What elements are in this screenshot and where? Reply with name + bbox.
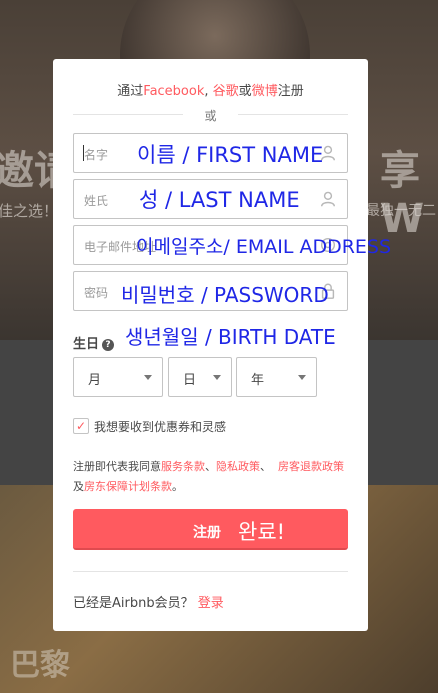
- login-link[interactable]: 登录: [198, 596, 224, 611]
- social-prefix: 通过: [117, 84, 144, 99]
- birthday-label: 生日?: [73, 333, 115, 352]
- month-value: 月: [88, 373, 102, 388]
- terms-and: 及: [73, 480, 84, 493]
- last-name-placeholder: 姓氏: [84, 194, 109, 208]
- host-guarantee-link[interactable]: 房东保障计划条款: [84, 480, 172, 493]
- footer-divider: [73, 571, 348, 572]
- year-value: 年: [251, 373, 265, 388]
- year-select[interactable]: 年: [236, 357, 317, 397]
- month-select[interactable]: 月: [73, 357, 163, 397]
- first-name-overlay: 이름 / FIRST NAME: [137, 143, 324, 167]
- or-divider: 或: [73, 107, 348, 123]
- email-overlay: 이메일주소/ EMAIL ADDRESS: [136, 236, 392, 258]
- signup-button[interactable]: 注册 완료!: [73, 509, 348, 550]
- chevron-down-icon: [298, 375, 306, 380]
- terms-prefix: 注册即代表我同意: [73, 460, 161, 473]
- guest-refund-link[interactable]: 房客退款政策: [278, 460, 344, 473]
- signup-button-overlay: 완료!: [238, 520, 286, 544]
- password-overlay: 비밀번호 / PASSWORD: [121, 283, 329, 307]
- day-value: 日: [183, 373, 197, 388]
- weibo-link[interactable]: 微博: [252, 84, 278, 99]
- signup-modal: 通过Facebook, 谷歌或微博注册 或 名字 이름 / FIRST NAME…: [53, 59, 391, 631]
- hero-subtitle-right: 最独一无二: [366, 203, 436, 219]
- facebook-link[interactable]: Facebook: [143, 84, 204, 99]
- chevron-down-icon: [144, 375, 152, 380]
- google-link[interactable]: 谷歌: [213, 84, 239, 99]
- social-separator: ,: [204, 84, 209, 99]
- user-icon: [320, 191, 336, 207]
- terms-end: 。: [172, 480, 183, 493]
- service-terms-link[interactable]: 服务条款: [161, 460, 205, 473]
- promo-checkbox-label: 我想要收到优惠券和灵感: [94, 420, 227, 434]
- hero-title-right: 享W: [380, 148, 425, 242]
- first-name-placeholder: 名字: [84, 148, 109, 162]
- terms-sep: 、: [260, 460, 271, 473]
- hero-subtitle-left: 佳之选！: [0, 202, 59, 220]
- city-name: 巴黎: [10, 648, 70, 683]
- terms-sep: 、: [205, 460, 216, 473]
- day-select[interactable]: 日: [168, 357, 232, 397]
- signup-button-label: 注册: [193, 525, 221, 541]
- social-or: 或: [238, 84, 252, 99]
- birthday-label-text: 生日: [73, 337, 100, 352]
- last-name-overlay: 성 / LAST NAME: [139, 188, 300, 212]
- birth-date-overlay: 생년월일 / BIRTH DATE: [125, 325, 336, 349]
- help-icon[interactable]: ?: [102, 339, 115, 351]
- password-placeholder: 密码: [84, 286, 109, 300]
- member-prompt: 已经是Airbnb会员？ 登录: [73, 592, 224, 611]
- social-signup-line: 通过Facebook, 谷歌或微博注册: [53, 80, 368, 99]
- privacy-policy-link[interactable]: 隐私政策: [216, 460, 260, 473]
- promo-checkbox[interactable]: ✓: [73, 418, 89, 434]
- terms-text: 注册即代表我同意服务条款、隐私政策、 房客退款政策及房东保障计划条款。: [73, 457, 348, 497]
- or-label: 或: [204, 109, 217, 123]
- social-suffix: 注册: [277, 84, 304, 99]
- chevron-down-icon: [213, 375, 221, 380]
- member-text: 已经是Airbnb会员？: [73, 596, 194, 611]
